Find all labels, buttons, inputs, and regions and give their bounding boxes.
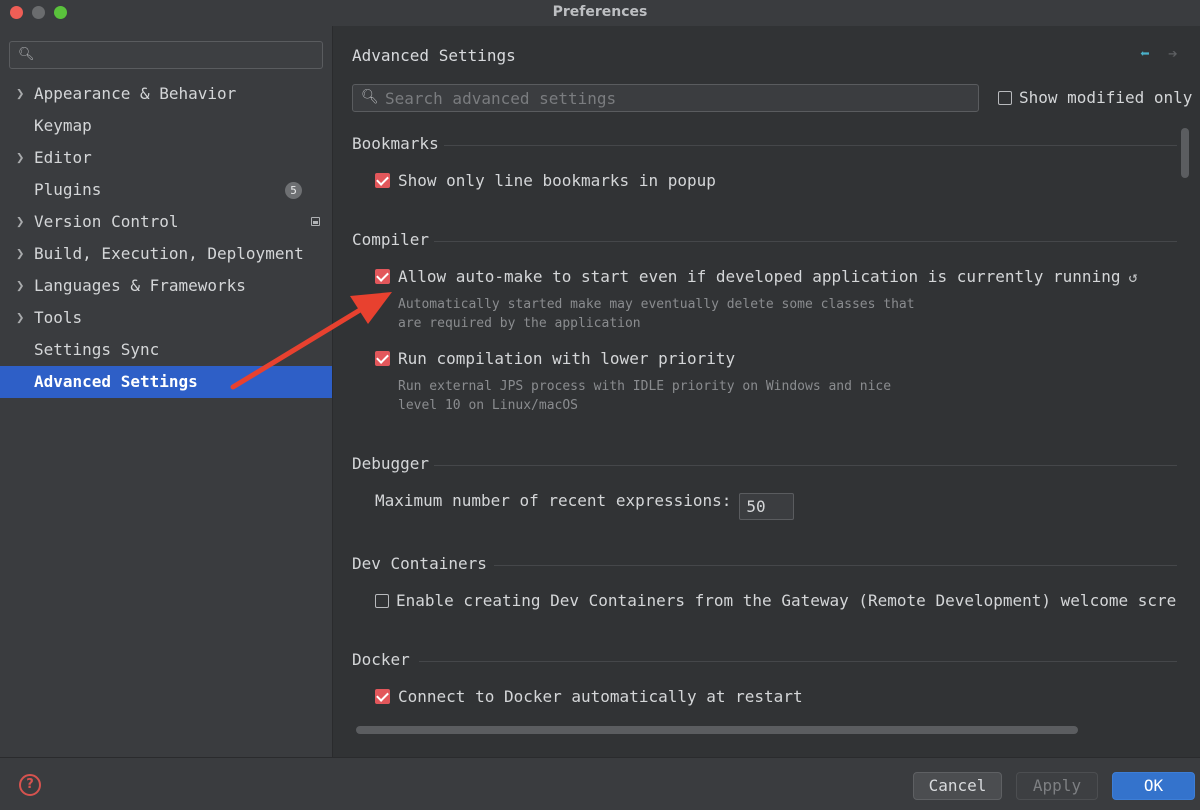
plugins-update-badge: 5 <box>285 182 302 199</box>
sidebar-item-languages-frameworks[interactable]: ❯ Languages & Frameworks <box>0 270 332 302</box>
settings-tree: ❯ Appearance & Behavior Keymap ❯ Editor … <box>0 78 332 398</box>
chevron-right-icon[interactable]: ❯ <box>16 238 24 270</box>
page-title: Advanced Settings <box>352 46 516 65</box>
sidebar-item-build-execution-deployment[interactable]: ❯ Build, Execution, Deployment <box>0 238 332 270</box>
sidebar-item-label: Settings Sync <box>34 340 160 359</box>
sidebar-item-label: Keymap <box>34 116 92 135</box>
option-label: Enable creating Dev Containers from the … <box>396 591 1177 610</box>
sidebar-item-advanced-settings[interactable]: Advanced Settings <box>0 366 332 398</box>
sidebar-item-label: Languages & Frameworks <box>34 276 246 295</box>
back-arrow-icon[interactable]: ⬅︎ <box>1140 44 1150 63</box>
help-icon[interactable]: ? <box>19 774 41 796</box>
option-label: Maximum number of recent expressions: <box>375 491 732 510</box>
section-title-docker: Docker <box>352 650 410 669</box>
sidebar-item-keymap[interactable]: Keymap <box>0 110 332 142</box>
chevron-right-icon[interactable]: ❯ <box>16 142 24 174</box>
section-divider <box>434 241 1177 242</box>
search-icon: 🔍︎ <box>361 89 379 105</box>
sidebar-item-label: Appearance & Behavior <box>34 84 237 103</box>
advanced-settings-search-input[interactable] <box>385 87 965 109</box>
checkbox-checked[interactable] <box>375 269 390 284</box>
section-divider <box>444 145 1177 146</box>
option-hint: level 10 on Linux/macOS <box>398 398 579 413</box>
checkbox-checked[interactable] <box>375 351 390 366</box>
max-recent-expressions-input[interactable]: 50 <box>739 493 795 520</box>
sidebar-search-input[interactable]: 🔍︎ <box>9 41 323 69</box>
project-level-icon <box>311 217 320 226</box>
search-icon: 🔍︎ <box>18 47 35 62</box>
option-label: Show only line bookmarks in popup <box>398 171 716 190</box>
connect-docker-automatically-checkbox[interactable]: Connect to Docker automatically at resta… <box>375 687 803 706</box>
option-hint: are required by the application <box>398 316 641 331</box>
chevron-right-icon[interactable]: ❯ <box>16 302 24 334</box>
max-recent-expressions-row: Maximum number of recent expressions: 50 <box>375 491 795 520</box>
sidebar-item-label: Editor <box>34 148 92 167</box>
section-title-dev-containers: Dev Containers <box>352 554 487 573</box>
title-bar: Preferences <box>0 0 1200 26</box>
sidebar-item-label: Advanced Settings <box>34 372 198 391</box>
sidebar-item-label: Plugins <box>34 180 102 199</box>
sidebar-item-label: Build, Execution, Deployment <box>34 244 304 263</box>
forward-arrow-icon[interactable]: ➔ <box>1168 44 1178 63</box>
allow-auto-make-checkbox[interactable]: Allow auto-make to start even if develop… <box>375 267 1138 286</box>
checkbox-unchecked[interactable] <box>998 91 1012 105</box>
settings-sidebar: 🔍︎ ❯ Appearance & Behavior Keymap ❯ Edit… <box>0 26 333 757</box>
enable-dev-containers-checkbox[interactable]: Enable creating Dev Containers from the … <box>375 591 1177 610</box>
advanced-settings-list: Bookmarks Show only line bookmarks in po… <box>334 126 1177 726</box>
section-divider <box>419 661 1177 662</box>
section-divider <box>434 465 1177 466</box>
show-modified-only-checkbox[interactable]: Show modified only <box>998 88 1192 110</box>
ok-button[interactable]: OK <box>1112 772 1195 800</box>
sidebar-item-settings-sync[interactable]: Settings Sync <box>0 334 332 366</box>
cancel-button[interactable]: Cancel <box>913 772 1002 800</box>
window-title: Preferences <box>552 4 648 20</box>
chevron-right-icon[interactable]: ❯ <box>16 78 24 110</box>
sidebar-item-version-control[interactable]: ❯ Version Control <box>0 206 332 238</box>
section-title-compiler: Compiler <box>352 230 430 249</box>
section-title-debugger: Debugger <box>352 454 430 473</box>
option-label: Allow auto-make to start even if develop… <box>398 267 1121 286</box>
sidebar-item-tools[interactable]: ❯ Tools <box>0 302 332 334</box>
checkbox-checked[interactable] <box>375 689 390 704</box>
sidebar-item-label: Tools <box>34 308 83 327</box>
section-title-bookmarks: Bookmarks <box>352 134 439 153</box>
preferences-window: Preferences 🔍︎ ❯ Appearance & Behavior K… <box>0 0 1200 810</box>
advanced-settings-search[interactable]: 🔍︎ <box>352 84 979 112</box>
option-label: Run compilation with lower priority <box>398 349 736 368</box>
apply-button[interactable]: Apply <box>1016 772 1098 800</box>
section-divider <box>494 565 1177 566</box>
sidebar-item-label: Version Control <box>34 212 179 231</box>
show-modified-only-label: Show modified only <box>1019 88 1193 107</box>
show-only-line-bookmarks-checkbox[interactable]: Show only line bookmarks in popup <box>375 171 716 190</box>
option-label: Connect to Docker automatically at resta… <box>398 687 803 706</box>
checkbox-unchecked[interactable] <box>375 594 389 608</box>
horizontal-scrollbar[interactable] <box>356 726 1078 734</box>
chevron-right-icon[interactable]: ❯ <box>16 270 24 302</box>
reset-to-default-icon[interactable]: ↺ <box>1128 268 1137 286</box>
dialog-button-bar: ? Cancel Apply OK <box>0 757 1200 810</box>
checkbox-checked[interactable] <box>375 173 390 188</box>
chevron-right-icon[interactable]: ❯ <box>16 206 24 238</box>
sidebar-item-appearance-behavior[interactable]: ❯ Appearance & Behavior <box>0 78 332 110</box>
settings-panel: Advanced Settings ⬅︎ ➔ 🔍︎ Show modified … <box>334 26 1200 757</box>
option-hint: Run external JPS process with IDLE prior… <box>398 379 892 394</box>
run-compilation-lower-priority-checkbox[interactable]: Run compilation with lower priority <box>375 349 735 368</box>
sidebar-item-editor[interactable]: ❯ Editor <box>0 142 332 174</box>
sidebar-item-plugins[interactable]: Plugins 5 <box>0 174 332 206</box>
vertical-scrollbar[interactable] <box>1181 128 1189 178</box>
option-hint: Automatically started make may eventuall… <box>398 297 915 312</box>
